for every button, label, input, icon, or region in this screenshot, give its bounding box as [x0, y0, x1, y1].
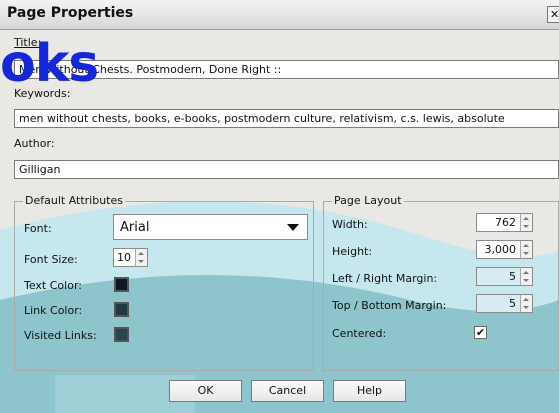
link-color-label: Link Color: — [24, 304, 83, 317]
link-color-swatch[interactable] — [114, 302, 129, 317]
height-value: 3,000 — [484, 243, 517, 256]
window-title: Page Properties — [7, 5, 134, 21]
top-bottom-margin-value: 5 — [509, 297, 516, 310]
stepper-buttons[interactable] — [135, 249, 147, 266]
text-color-label: Text Color: — [24, 279, 82, 292]
ok-button[interactable]: OK — [169, 380, 242, 402]
width-stepper[interactable]: 762 — [476, 213, 533, 232]
centered-checkbox[interactable]: ✔ — [474, 326, 487, 339]
page-properties-dialog: Page Properties ✕ Title: Men Without Che… — [0, 0, 559, 413]
stepper-buttons[interactable] — [520, 214, 532, 231]
author-label: Author: — [14, 137, 55, 150]
stepper-buttons[interactable] — [520, 295, 532, 312]
close-icon[interactable]: ✕ — [547, 6, 559, 23]
keywords-field[interactable]: men without chests, books, e-books, post… — [14, 109, 559, 128]
font-dropdown-value: Arial — [120, 220, 150, 235]
left-right-margin-value: 5 — [509, 270, 516, 283]
font-size-label: Font Size: — [24, 253, 78, 266]
text-color-swatch[interactable] — [114, 277, 129, 292]
page-layout-title: Page Layout — [332, 194, 404, 207]
font-size-value: 10 — [117, 251, 131, 264]
default-attributes-title: Default Attributes — [23, 194, 125, 207]
title-bar[interactable]: Page Properties ✕ — [0, 0, 559, 30]
top-bottom-margin-stepper[interactable]: 5 — [476, 294, 533, 313]
help-button[interactable]: Help — [333, 380, 406, 402]
width-label: Width: — [332, 218, 368, 231]
visited-links-swatch[interactable] — [114, 327, 129, 342]
height-stepper[interactable]: 3,000 — [476, 240, 533, 259]
books-logo: oks — [0, 34, 99, 94]
stepper-buttons[interactable] — [520, 268, 532, 285]
centered-label: Centered: — [332, 327, 387, 340]
top-bottom-margin-label: Top / Bottom Margin: — [332, 299, 447, 312]
chevron-down-icon — [287, 224, 299, 231]
left-right-margin-label: Left / Right Margin: — [332, 272, 438, 285]
checkmark-icon: ✔ — [475, 326, 486, 339]
author-field[interactable]: Gilligan — [14, 160, 559, 179]
visited-links-label: Visited Links: — [24, 329, 97, 342]
font-label: Font: — [24, 222, 52, 235]
cancel-button[interactable]: Cancel — [251, 380, 324, 402]
height-label: Height: — [332, 245, 373, 258]
width-value: 762 — [495, 216, 516, 229]
font-size-stepper[interactable]: 10 — [113, 248, 148, 267]
stepper-buttons[interactable] — [520, 241, 532, 258]
left-right-margin-stepper[interactable]: 5 — [476, 267, 533, 286]
font-dropdown[interactable]: Arial — [113, 214, 308, 240]
